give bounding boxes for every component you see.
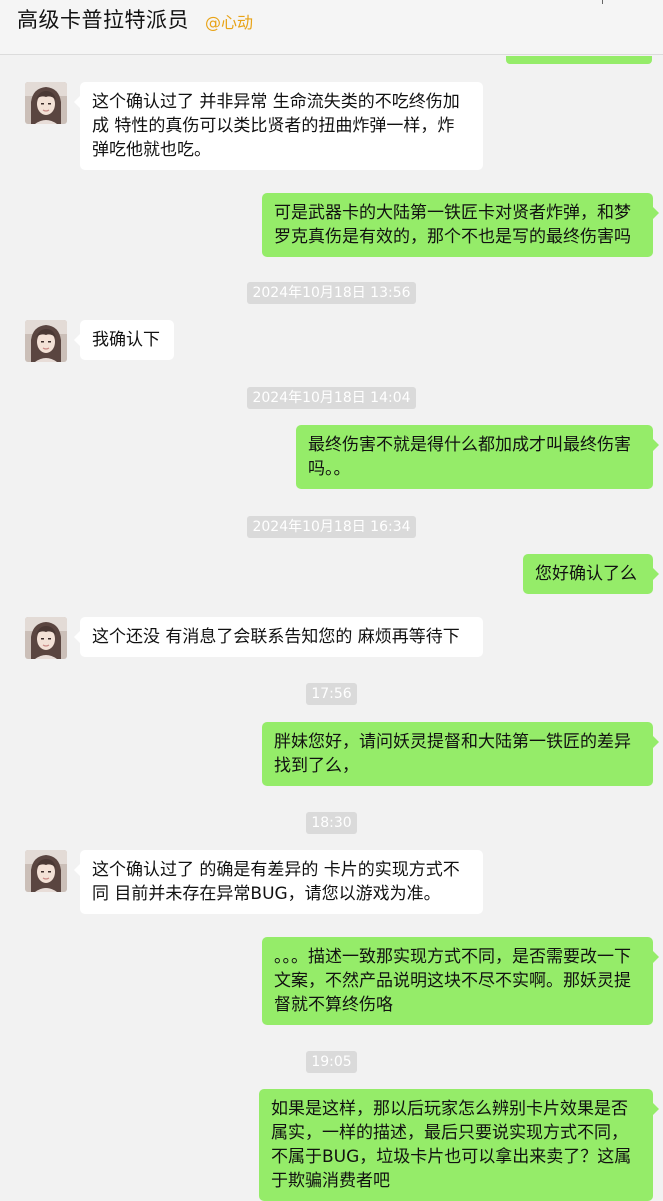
timestamp: 2024年10月18日 14:04 [0,387,663,409]
header-divider [602,0,603,4]
timestamp: 2024年10月18日 13:56 [0,282,663,304]
outgoing-message-bubble[interactable]: 。。。描述一致那实现方式不同，是否需要改一下文案，不然产品说明这块不尽不实啊。那… [262,937,659,1025]
avatar-icon [25,320,67,362]
outgoing-message-bubble[interactable]: 最终伤害不就是得什么都加成才叫最终伤害吗。。 [296,425,659,489]
contact-avatar[interactable] [25,617,67,659]
avatar-icon [25,82,67,124]
outgoing-message-bubble[interactable]: 您好确认了么 [523,554,659,594]
outgoing-message-bubble[interactable]: 如果是这样，那以后玩家怎么辨别卡片效果是否属实，一样的描述，最后只要说实现方式不… [259,1089,659,1201]
timestamp: 18:30 [0,812,663,834]
contact-avatar[interactable] [25,320,67,362]
incoming-message-bubble[interactable]: 这个还没 有消息了会联系告知您的 麻烦再等待下 [74,617,483,657]
incoming-message-bubble[interactable]: 我确认下 [74,320,174,360]
timestamp: 2024年10月18日 16:34 [0,516,663,538]
contact-avatar[interactable] [25,82,67,124]
avatar-icon [25,850,67,892]
timestamp: 17:56 [0,683,663,705]
chat-header: 高级卡普拉特派员 @心动 [0,0,663,55]
contact-avatar[interactable] [25,850,67,892]
previous-message-bubble [506,56,652,64]
outgoing-message-bubble[interactable]: 胖妹您好，请问妖灵提督和大陆第一铁匠的差异找到了么， [262,722,659,786]
timestamp: 19:05 [0,1051,663,1073]
outgoing-message-bubble[interactable]: 可是武器卡的大陆第一铁匠卡对贤者炸弹，和梦罗克真伤是有效的，那个不也是写的最终伤… [262,193,659,257]
avatar-icon [25,617,67,659]
incoming-message-bubble[interactable]: 这个确认过了 的确是有差异的 卡片的实现方式不同 目前并未存在异常BUG，请您以… [74,850,483,914]
incoming-message-bubble[interactable]: 这个确认过了 并非异常 生命流失类的不吃终伤加成 特性的真伤可以类比贤者的扭曲炸… [74,82,483,170]
chat-tag[interactable]: @心动 [205,9,253,33]
chat-title: 高级卡普拉特派员 [17,8,189,32]
